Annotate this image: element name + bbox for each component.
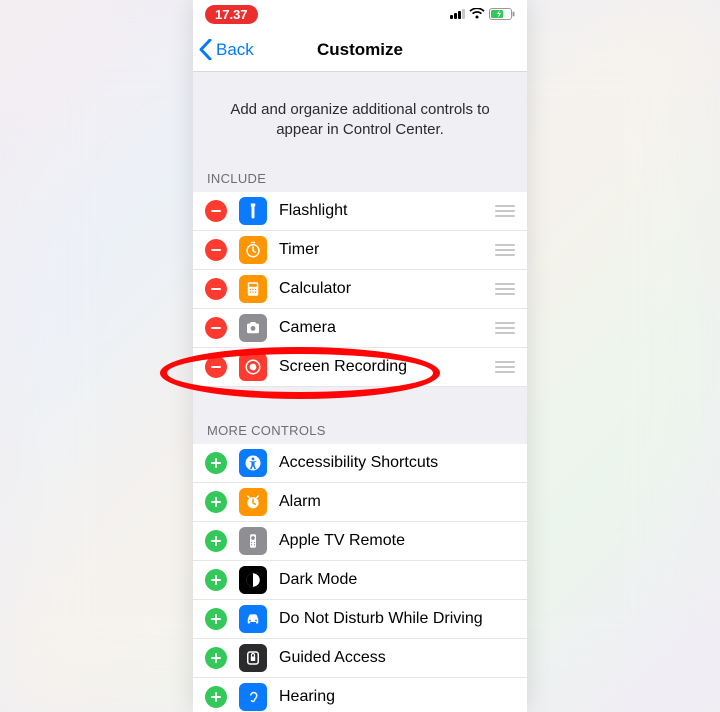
accessibility-icon (239, 449, 267, 477)
row-label: Do Not Disturb While Driving (279, 610, 515, 628)
remove-button[interactable] (205, 200, 227, 222)
remove-button[interactable] (205, 356, 227, 378)
section-gap (193, 387, 527, 415)
row-camera[interactable]: Camera (193, 309, 527, 348)
phone-screen: 17.37 Back Customize Add and organize ad… (193, 0, 527, 712)
remove-button[interactable] (205, 317, 227, 339)
battery-icon (489, 8, 515, 20)
drag-handle[interactable] (493, 244, 515, 256)
alarm-icon (239, 488, 267, 516)
row-label: Alarm (279, 493, 515, 511)
row-accessibility-shortcuts[interactable]: Accessibility Shortcuts (193, 444, 527, 483)
row-guided-access[interactable]: Guided Access (193, 639, 527, 678)
row-label: Flashlight (279, 202, 493, 220)
timer-icon (239, 236, 267, 264)
drag-handle[interactable] (493, 205, 515, 217)
add-button[interactable] (205, 569, 227, 591)
status-indicators (449, 8, 515, 20)
status-bar: 17.37 (193, 0, 527, 28)
row-label: Accessibility Shortcuts (279, 454, 515, 472)
remove-button[interactable] (205, 239, 227, 261)
add-button[interactable] (205, 491, 227, 513)
drag-handle[interactable] (493, 283, 515, 295)
row-label: Calculator (279, 280, 493, 298)
row-timer[interactable]: Timer (193, 231, 527, 270)
row-label: Guided Access (279, 649, 515, 667)
nav-bar: Back Customize (193, 28, 527, 72)
row-label: Hearing (279, 688, 515, 706)
calculator-icon (239, 275, 267, 303)
row-hearing[interactable]: Hearing (193, 678, 527, 712)
row-apple-tv-remote[interactable]: Apple TV Remote (193, 522, 527, 561)
apple-tv-remote-icon (239, 527, 267, 555)
row-label: Camera (279, 319, 493, 337)
row-dnd-driving[interactable]: Do Not Disturb While Driving (193, 600, 527, 639)
chevron-left-icon (199, 39, 212, 60)
hearing-icon (239, 683, 267, 711)
row-label: Apple TV Remote (279, 532, 515, 550)
section-header-include: Include (193, 163, 527, 192)
add-button[interactable] (205, 452, 227, 474)
row-label: Timer (279, 241, 493, 259)
row-label: Dark Mode (279, 571, 515, 589)
row-flashlight[interactable]: Flashlight (193, 192, 527, 231)
page-title: Customize (317, 40, 403, 60)
add-button[interactable] (205, 686, 227, 708)
remove-button[interactable] (205, 278, 227, 300)
dark-mode-icon (239, 566, 267, 594)
drag-handle[interactable] (493, 322, 515, 334)
drag-handle[interactable] (493, 361, 515, 373)
add-button[interactable] (205, 530, 227, 552)
cell-signal-icon (449, 9, 465, 19)
row-label: Screen Recording (279, 358, 493, 376)
row-calculator[interactable]: Calculator (193, 270, 527, 309)
car-icon (239, 605, 267, 633)
camera-icon (239, 314, 267, 342)
wifi-icon (469, 8, 485, 20)
back-label: Back (216, 40, 254, 60)
add-button[interactable] (205, 647, 227, 669)
back-button[interactable]: Back (199, 39, 254, 60)
row-screen-recording[interactable]: Screen Recording (193, 348, 527, 387)
guided-access-icon (239, 644, 267, 672)
row-alarm[interactable]: Alarm (193, 483, 527, 522)
add-button[interactable] (205, 608, 227, 630)
screen-recording-icon (239, 353, 267, 381)
header-description: Add and organize additional controls to … (193, 72, 527, 163)
section-header-more: More Controls (193, 415, 527, 444)
row-dark-mode[interactable]: Dark Mode (193, 561, 527, 600)
flashlight-icon (239, 197, 267, 225)
status-time-pill: 17.37 (205, 5, 258, 24)
